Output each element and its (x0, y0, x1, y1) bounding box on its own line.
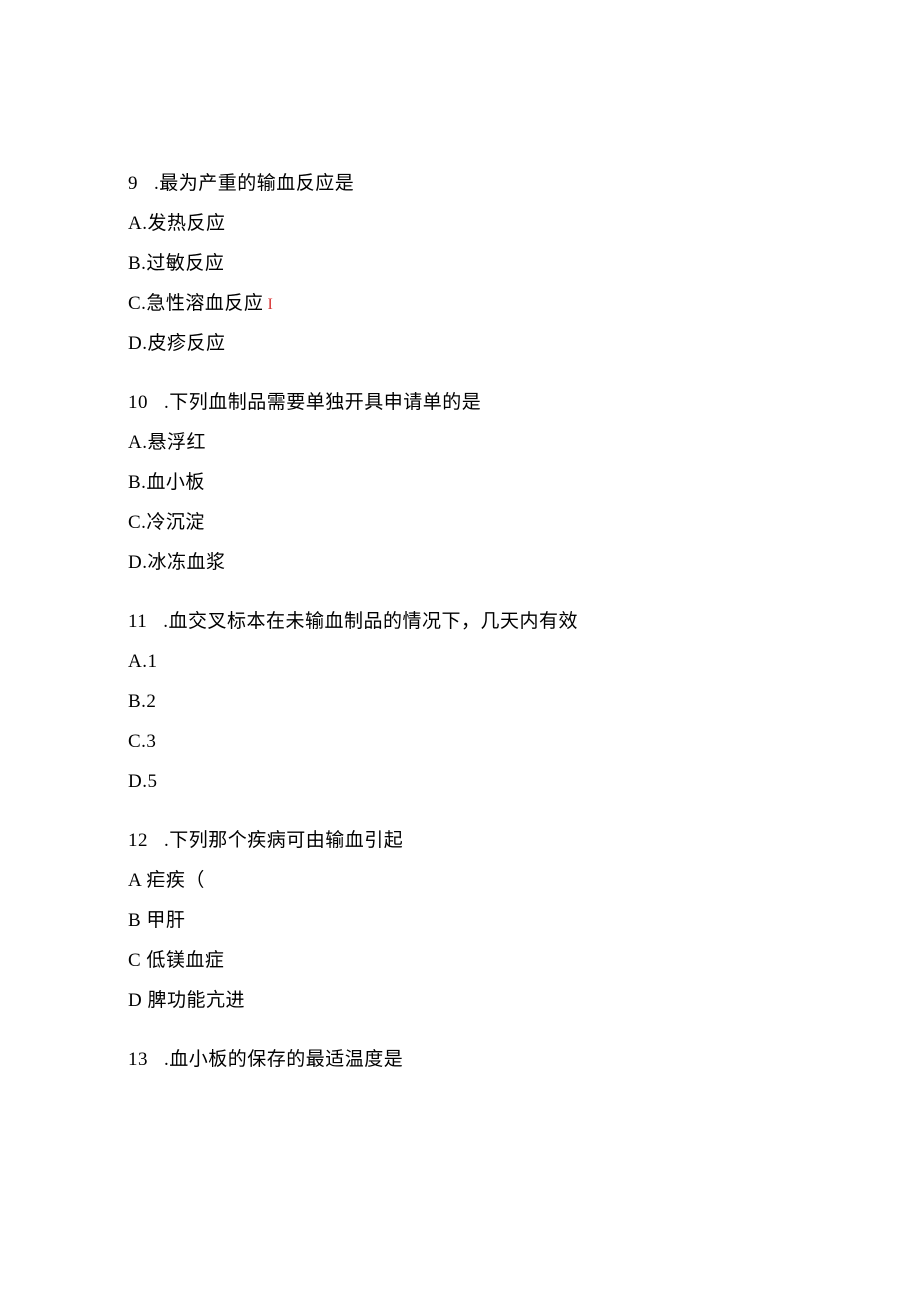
option-d: D 脾功能亢进 (128, 991, 920, 1010)
stem-text: .血交叉标本在未输血制品的情况下，几天内有效 (163, 611, 578, 632)
stem-text: .下列血制品需要单独开具申请单的是 (164, 392, 481, 413)
option-b: B.过敏反应 (128, 254, 920, 273)
option-d: D.5 (128, 772, 920, 791)
question-number: 13 (128, 1050, 148, 1069)
option-b: B.血小板 (128, 473, 920, 492)
question-number: 10 (128, 393, 148, 412)
question-stem: 12 .下列那个疾病可由输血引起 (128, 831, 920, 850)
option-a: A.悬浮红 (128, 433, 920, 452)
question-number: 9 (128, 174, 138, 193)
question-9: 9 .最为产重的输血反应是 A.发热反应 B.过敏反应 C.急性溶血反应I D.皮… (128, 174, 920, 353)
option-a: A 疟疾（ (128, 871, 920, 890)
document-body: 9 .最为产重的输血反应是 A.发热反应 B.过敏反应 C.急性溶血反应I D.皮… (128, 174, 920, 1069)
question-10: 10 .下列血制品需要单独开具申请单的是 A.悬浮红 B.血小板 C.冷沉淀 D.… (128, 393, 920, 572)
option-c: C.冷沉淀 (128, 513, 920, 532)
question-13: 13 .血小板的保存的最适温度是 (128, 1050, 920, 1069)
option-c: C 低镁血症 (128, 951, 920, 970)
option-c: C.急性溶血反应I (128, 294, 920, 313)
stem-text: .血小板的保存的最适温度是 (164, 1049, 403, 1070)
stem-text: .下列那个疾病可由输血引起 (164, 830, 403, 851)
option-b: B 甲肝 (128, 911, 920, 930)
question-stem: 11 .血交叉标本在未输血制品的情况下，几天内有效 (128, 612, 920, 631)
question-stem: 9 .最为产重的输血反应是 (128, 174, 920, 193)
option-a: A.1 (128, 652, 920, 671)
option-d: D.皮疹反应 (128, 334, 920, 353)
question-11: 11 .血交叉标本在未输血制品的情况下，几天内有效 A.1 B.2 C.3 D.5 (128, 612, 920, 791)
option-c: C.3 (128, 732, 920, 751)
answer-marker-icon: I (267, 296, 273, 313)
option-d: D.冰冻血浆 (128, 553, 920, 572)
stem-text: .最为产重的输血反应是 (154, 173, 354, 194)
question-12: 12 .下列那个疾病可由输血引起 A 疟疾（ B 甲肝 C 低镁血症 D 脾功能亢… (128, 831, 920, 1010)
question-number: 11 (128, 612, 147, 631)
question-stem: 13 .血小板的保存的最适温度是 (128, 1050, 920, 1069)
question-stem: 10 .下列血制品需要单独开具申请单的是 (128, 393, 920, 412)
option-a: A.发热反应 (128, 214, 920, 233)
option-b: B.2 (128, 692, 920, 711)
question-number: 12 (128, 831, 148, 850)
